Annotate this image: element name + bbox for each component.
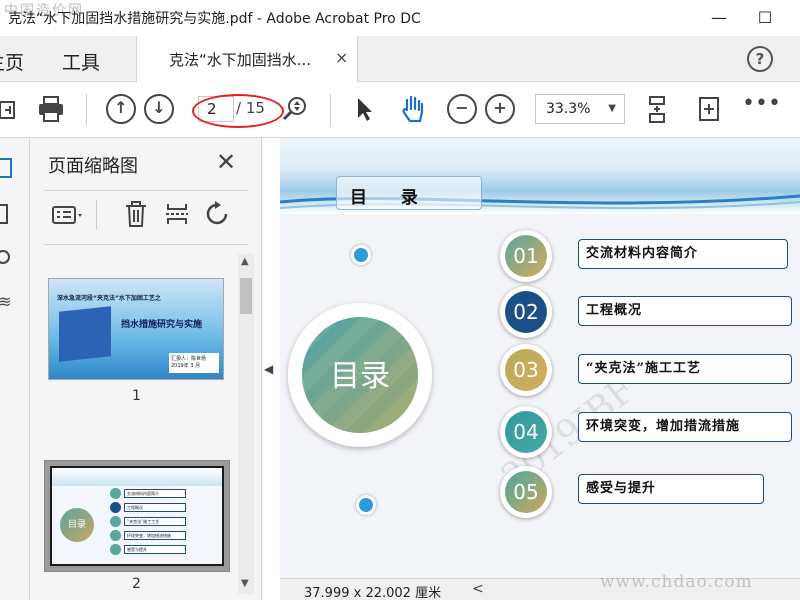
item-number-badge: 01	[500, 230, 552, 282]
page-number-label: 2	[132, 576, 141, 592]
item-number: 02	[505, 291, 547, 333]
thumbnail-center-circle: 目录	[60, 508, 94, 542]
save-icon[interactable]	[0, 94, 26, 124]
delete-page-icon[interactable]	[124, 200, 148, 228]
page-number-label: 1	[132, 388, 141, 404]
item-number-badge: 02	[500, 286, 552, 338]
page-thumbnails-icon[interactable]	[0, 158, 12, 178]
toolbar: ↑ ↓ 2 / 15 − + 33.3% ▼ •••	[0, 82, 800, 138]
scroll-left-button[interactable]: <	[472, 581, 484, 597]
hand-tool-icon[interactable]	[398, 94, 428, 124]
bookmarks-icon[interactable]	[0, 204, 8, 224]
decorative-dot	[356, 495, 376, 515]
window-title: 克法“水下加固挡水措施研究与实施.pdf - Adobe Acrobat Pro…	[8, 11, 421, 27]
decorative-dot	[351, 245, 371, 265]
item-number-badge: 03	[500, 344, 552, 396]
document-tab-label: 克法“水下加固挡水...	[169, 51, 312, 69]
thumbnail-item: 交流材料内容简介	[110, 488, 220, 499]
thumbnail-graphic	[59, 306, 111, 362]
presenter-date: 2019年 3 月	[171, 363, 201, 369]
divider	[44, 244, 248, 245]
thumbnail-presenter-box: 汇报人：陈世杨 2019年 3 月	[169, 353, 219, 373]
thumbnail-item-text: 感受与提升	[124, 545, 186, 554]
fit-width-icon[interactable]	[694, 94, 724, 124]
collapse-panel-icon[interactable]: ◀	[264, 362, 273, 376]
close-tab-button[interactable]: ×	[335, 48, 348, 67]
fit-page-icon[interactable]	[644, 94, 674, 124]
item-number-badge: 04	[500, 406, 552, 458]
select-arrow-icon[interactable]	[350, 94, 380, 124]
tab-document[interactable]: 克法“水下加固挡水... ×	[136, 36, 358, 82]
toc-item: 环境突变，增加措流措施	[578, 412, 792, 442]
toc-item: 交流材料内容简介	[578, 239, 788, 269]
scroll-thumb[interactable]	[240, 278, 252, 314]
document-view[interactable]: 目 录 目录 2019JBF 01 交流材料内容简介 02 工程概况 03 “夹…	[280, 138, 800, 578]
thumbnail-scrollbar[interactable]: ▲ ▼	[238, 254, 254, 594]
toc-item: “夹克法”施工工艺	[578, 354, 792, 384]
next-page-icon[interactable]: ↓	[144, 94, 174, 124]
extract-page-icon[interactable]	[164, 200, 190, 228]
scroll-up-icon[interactable]: ▲	[241, 256, 249, 267]
chevron-down-icon: ▼	[608, 103, 616, 114]
help-button[interactable]: ?	[747, 46, 773, 72]
item-number: 03	[505, 349, 547, 391]
divider	[44, 190, 248, 191]
minimize-button[interactable]: —	[702, 4, 736, 32]
thumbnail-item: 环境突变，增加措流措施	[110, 530, 220, 541]
attachments-icon[interactable]	[0, 250, 10, 264]
thumbnail-item: “夹克法”施工工艺	[110, 516, 220, 527]
thumbnail-heading: 深水急流河段“夹克法”水下加固工艺之	[57, 295, 161, 302]
navigation-rail: ≋	[0, 138, 30, 600]
thumbnail-item: 感受与提升	[110, 544, 220, 555]
rotate-page-icon[interactable]	[204, 200, 232, 228]
title-bar: 中国造价网 克法“水下加固挡水措施研究与实施.pdf - Adobe Acrob…	[0, 0, 800, 36]
page-size-readout: 37.999 x 22.002 厘米	[304, 586, 442, 601]
more-options-icon[interactable]: •••	[742, 93, 781, 124]
zoom-out-icon[interactable]: −	[447, 94, 477, 124]
center-circle: 目录	[302, 317, 418, 433]
site-watermark-bottom: www.chdao.com	[600, 572, 753, 592]
zoom-in-icon[interactable]: +	[485, 94, 515, 124]
toolbar-separator	[86, 94, 87, 126]
thumbnail-header-band	[52, 468, 222, 486]
divider	[96, 200, 97, 230]
thumbnail-options-icon[interactable]	[52, 204, 86, 228]
zoom-level-value: 33.3%	[546, 101, 591, 117]
tab-bar: 主页 工具 克法“水下加固挡水... × ?	[0, 36, 800, 82]
slide-title: 目 录	[350, 188, 432, 208]
scroll-down-icon[interactable]: ▼	[241, 578, 249, 589]
center-circle-label: 目录	[330, 359, 390, 394]
print-icon[interactable]	[36, 94, 66, 124]
item-number: 01	[505, 235, 547, 277]
tab-home[interactable]: 主页	[0, 48, 24, 75]
thumbnail-item-text: “夹克法”施工工艺	[124, 517, 186, 526]
thumbnail-item-text: 交流材料内容简介	[124, 489, 186, 498]
item-number-badge: 05	[500, 466, 552, 518]
presenter-name: 汇报人：陈世杨	[171, 356, 207, 362]
close-panel-button[interactable]: ✕	[216, 148, 236, 176]
thumbnail-item-text: 工程概况	[124, 503, 186, 512]
thumbnail-panel: 页面缩略图 ✕ ▲ ▼ 深水急流河段“夹克法”水下加固工艺之 挡水措施研究与实施…	[30, 138, 262, 600]
zoom-level-select[interactable]: 33.3% ▼	[535, 94, 625, 124]
page-thumbnail-1[interactable]: 深水急流河段“夹克法”水下加固工艺之 挡水措施研究与实施 汇报人：陈世杨 201…	[48, 278, 224, 380]
highlight-annotation	[192, 94, 284, 128]
maximize-button[interactable]: ☐	[748, 4, 782, 32]
item-number: 04	[505, 411, 547, 453]
tab-tools[interactable]: 工具	[62, 48, 100, 75]
previous-page-icon[interactable]: ↑	[106, 94, 136, 124]
toc-item: 工程概况	[578, 296, 792, 326]
thumbnail-subtitle: 挡水措施研究与实施	[121, 320, 203, 330]
toc-item: 感受与提升	[578, 474, 764, 504]
thumbnail-item-text: 环境突变，增加措流措施	[124, 531, 186, 540]
zoom-marquee-icon[interactable]	[280, 94, 310, 124]
toolbar-separator	[330, 94, 331, 126]
thumbnail-item: 工程概况	[110, 502, 220, 513]
page-thumbnail-2[interactable]: 目录 交流材料内容简介 工程概况 “夹克法”施工工艺 环境突变，增加措流措施 感…	[50, 466, 224, 566]
panel-title: 页面缩略图	[48, 156, 138, 177]
layers-icon[interactable]: ≋	[0, 292, 11, 311]
item-number: 05	[505, 471, 547, 513]
